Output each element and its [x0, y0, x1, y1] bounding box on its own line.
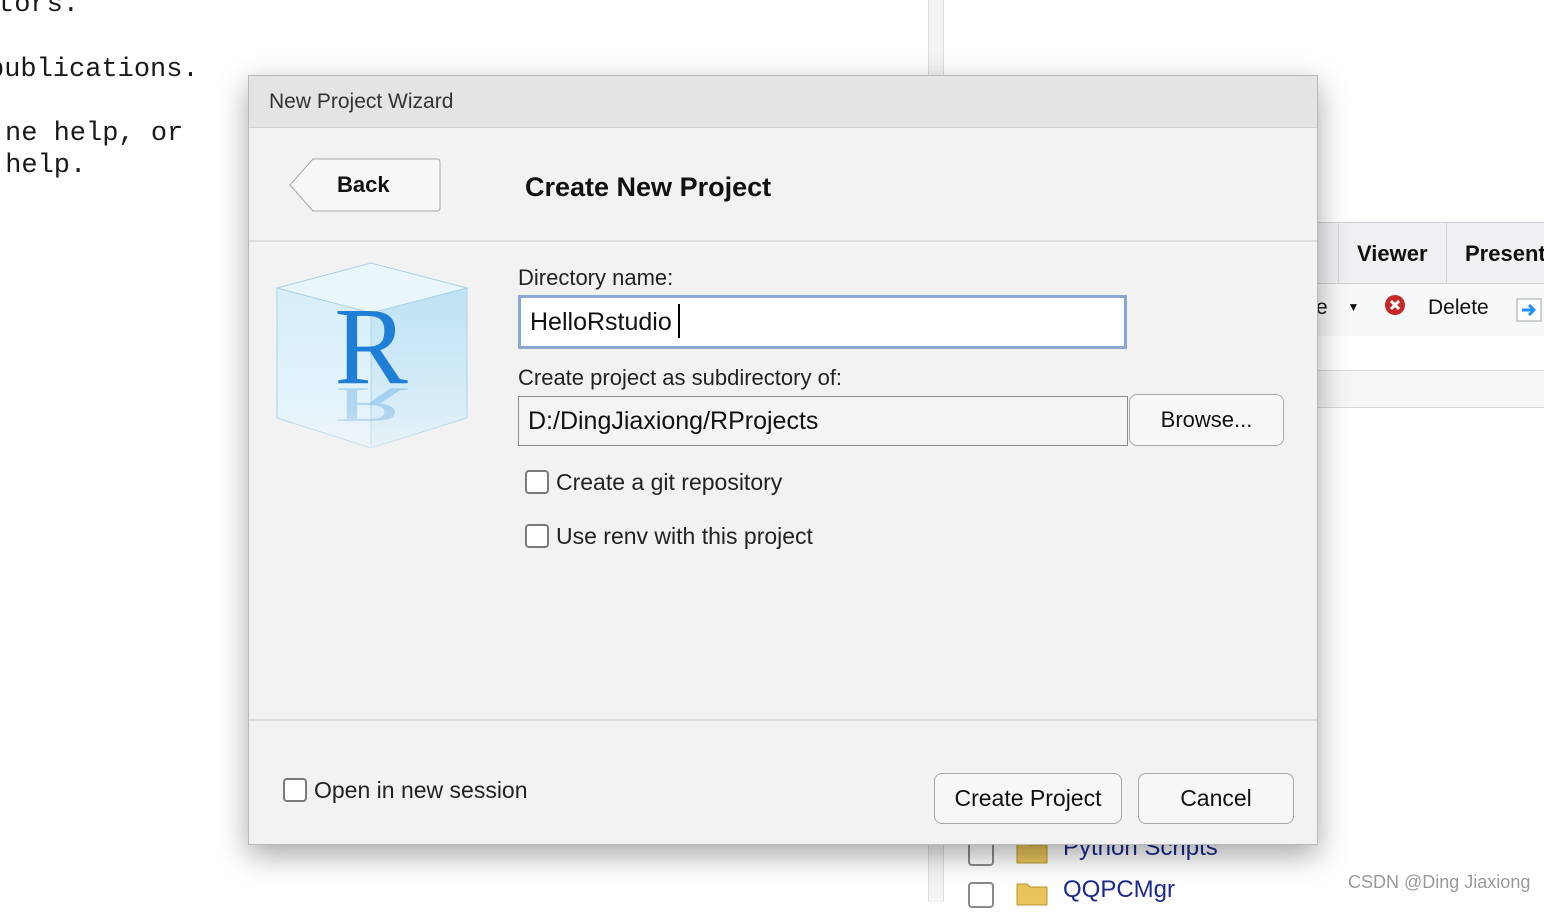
delete-icon[interactable] [1384, 294, 1408, 324]
renv-checkbox[interactable] [525, 524, 549, 548]
cancel-button[interactable]: Cancel [1138, 773, 1294, 824]
files-header-row [1318, 370, 1544, 408]
delete-button[interactable]: Delete [1428, 296, 1489, 320]
git-repo-label[interactable]: Create a git repository [556, 469, 782, 496]
watermark: CSDN @Ding Jiaxiong [1348, 872, 1531, 892]
footer-divider [249, 719, 1317, 721]
dialog-titlebar[interactable]: New Project Wizard [249, 76, 1317, 128]
renv-label[interactable]: Use renv with this project [556, 523, 813, 550]
console-line: publications. [0, 55, 199, 85]
directory-name-label: Directory name: [518, 265, 674, 290]
caret-down-icon: ▼ [1347, 300, 1360, 314]
subdirectory-label: Create project as subdirectory of: [518, 365, 843, 390]
dialog-title: New Project Wizard [269, 90, 454, 113]
folder-icon [1016, 883, 1048, 906]
pane-tabbar: Viewer Present [1318, 222, 1544, 284]
console-line: help. [5, 151, 87, 181]
file-name-link[interactable]: QQPCMgr [1063, 876, 1175, 904]
back-button[interactable]: Back [289, 158, 441, 212]
new-session-label[interactable]: Open in new session [314, 777, 528, 804]
more-dropdown[interactable]: e ▼ [1316, 296, 1359, 320]
new-project-dialog: New Project Wizard Back Create New Proje… [248, 75, 1318, 845]
rename-icon[interactable] [1516, 298, 1544, 328]
console-line: tors. [0, 0, 80, 20]
git-repo-checkbox[interactable] [525, 470, 549, 494]
dialog-header: Back Create New Project [249, 128, 1317, 242]
dialog-heading: Create New Project [525, 172, 772, 202]
tab-presentation[interactable]: Present [1446, 223, 1544, 283]
browse-button[interactable]: Browse... [1129, 394, 1284, 446]
console-line: ne help, or [5, 119, 184, 149]
directory-name-input[interactable] [518, 295, 1127, 349]
file-checkbox[interactable] [968, 882, 994, 908]
r-project-logo-icon: R R [271, 262, 475, 488]
pane-toolbar: e ▼ Delete [1316, 284, 1544, 336]
create-project-button[interactable]: Create Project [934, 773, 1122, 824]
subdirectory-input[interactable] [518, 396, 1128, 446]
back-button-label: Back [337, 172, 390, 197]
new-session-checkbox[interactable] [283, 778, 307, 802]
text-cursor [678, 304, 680, 338]
